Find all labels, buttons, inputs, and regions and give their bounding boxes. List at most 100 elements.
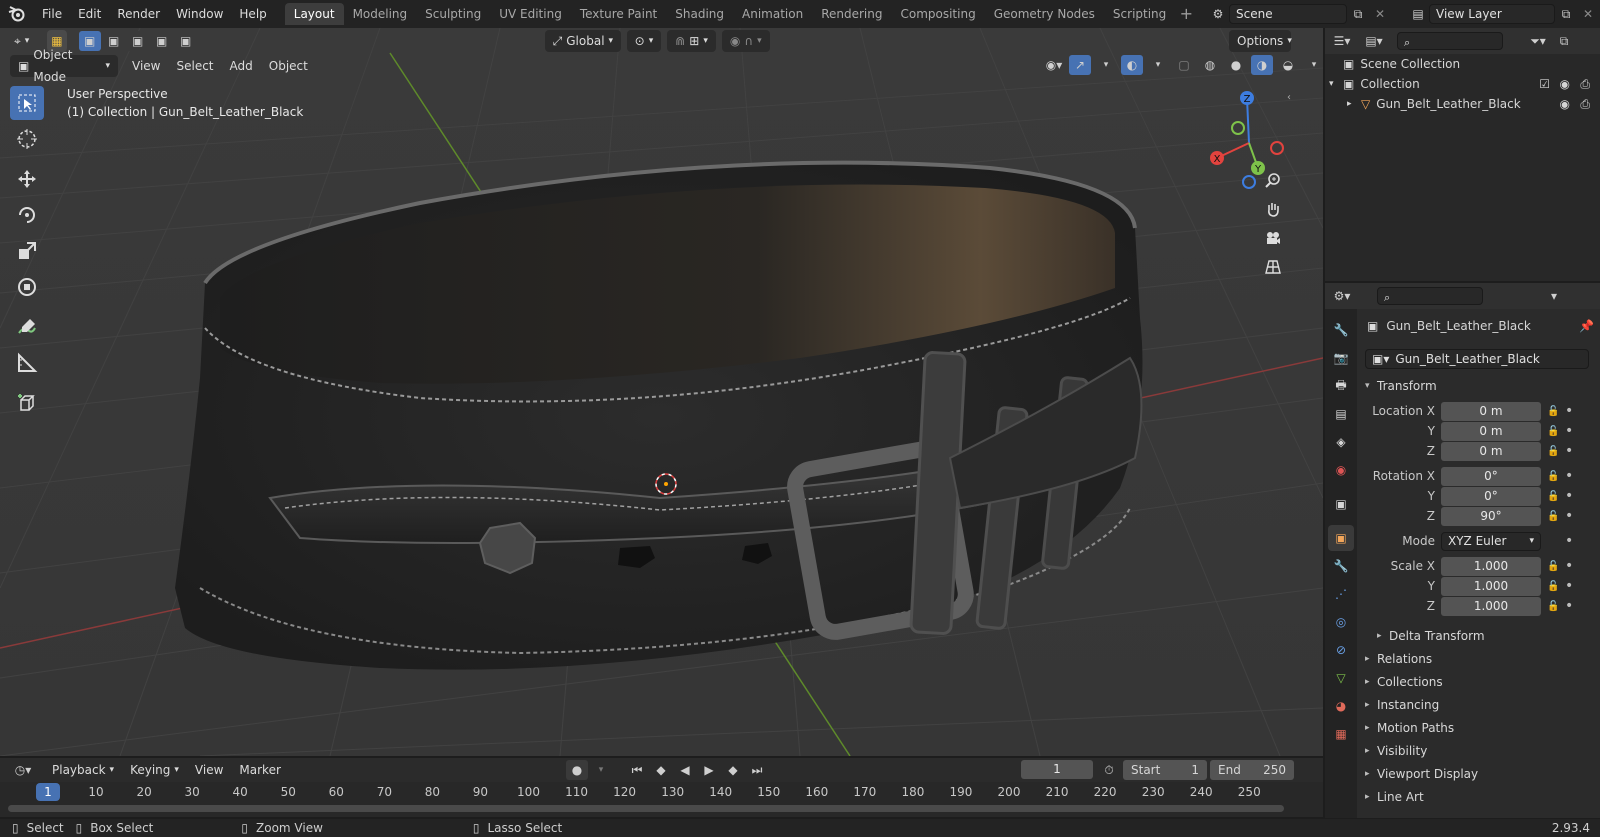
lock-icon[interactable]: 🔓 [1547, 561, 1561, 572]
keying-menu[interactable]: Keying ▾ [122, 759, 187, 781]
lock-icon[interactable]: 🔓 [1547, 491, 1561, 502]
viewport-menu-add[interactable]: Add [222, 59, 261, 73]
new-scene-icon[interactable]: ⧉ [1347, 4, 1369, 24]
frame-ruler[interactable]: 1 10 20 30 40 50 60 70 80 90 100 110 120 130 140 150 160… [0, 782, 1323, 802]
collection-tab-icon[interactable]: ▣ [1328, 491, 1354, 517]
properties-editor-type-icon[interactable]: ⚙▾ [1331, 286, 1353, 306]
scale-tool-icon[interactable] [10, 234, 44, 268]
scale-x-field[interactable]: 1.000 [1441, 556, 1541, 576]
physics-tab-icon[interactable]: ◎ [1328, 609, 1354, 635]
timeline-editor-type-icon[interactable]: ◷▾ [8, 760, 38, 780]
tab-texture-paint[interactable]: Texture Paint [571, 3, 666, 25]
outliner-object-row[interactable]: ▸ ▽ Gun_Belt_Leather_Black ◉ ⎙ [1325, 94, 1600, 114]
menu-file[interactable]: File [34, 0, 70, 28]
visibility-eye-icon[interactable]: ◉ [1560, 77, 1570, 91]
transform-tool-icon[interactable] [10, 270, 44, 304]
outliner-collection[interactable]: ▾ ▣ Collection ☑ ◉ ⎙ [1325, 74, 1600, 94]
shading-rendered-icon[interactable]: ◒ [1277, 55, 1299, 75]
render-camera-icon[interactable]: ⎙ [1580, 97, 1590, 112]
transform-orientation-dropdown[interactable]: ⤢ Global ▾ [544, 30, 621, 52]
scene-icon[interactable]: ⚙ [1207, 4, 1229, 24]
viewport-menu-select[interactable]: Select [168, 59, 221, 73]
snap-group[interactable]: ⋒ ⊞ ▾ [667, 30, 716, 52]
render-camera-icon[interactable]: ⎙ [1580, 77, 1590, 92]
perspective-toggle-icon[interactable] [1259, 253, 1287, 281]
rotation-mode-dropdown[interactable]: XYZ Euler ▾ [1441, 531, 1541, 551]
world-tab-icon[interactable]: ◉ [1328, 457, 1354, 483]
display-mode-icon[interactable]: ▤▾ [1363, 31, 1385, 51]
stopwatch-icon[interactable]: ⏱ [1098, 760, 1120, 780]
keyframe-dot-icon[interactable]: • [1565, 598, 1573, 614]
shading-wireframe-icon[interactable]: ◍ [1199, 55, 1221, 75]
menu-render[interactable]: Render [109, 0, 168, 28]
blender-logo-icon[interactable] [0, 0, 34, 28]
keyframe-dot-icon[interactable]: • [1565, 403, 1573, 419]
view-layer-tab-icon[interactable]: ▤ [1328, 401, 1354, 427]
select-subtract-icon[interactable]: ▣ [126, 31, 149, 51]
keyframe-dot-icon[interactable]: • [1565, 533, 1573, 549]
jump-start-icon[interactable]: ⏮ [626, 760, 648, 780]
zoom-view-icon[interactable] [1259, 166, 1287, 194]
scale-z-field[interactable]: 1.000 [1441, 596, 1541, 616]
rotation-y-field[interactable]: 0° [1441, 486, 1541, 506]
new-collection-icon[interactable]: ⧉ [1553, 31, 1575, 51]
output-tab-icon[interactable]: 🖶 [1328, 373, 1354, 399]
overlay-toggle-icon[interactable]: ◐ [1121, 55, 1143, 75]
viewport-menu-object[interactable]: Object [261, 59, 316, 73]
tab-layout[interactable]: Layout [284, 3, 344, 25]
gizmo-dropdown-icon[interactable]: ▾ [1095, 55, 1117, 75]
next-keyframe-icon[interactable]: ◆ [722, 760, 744, 780]
transform-panel-header[interactable]: ▾ Transform [1361, 374, 1600, 397]
tool-tab-icon[interactable]: 🔧 [1328, 317, 1354, 343]
mode-dropdown[interactable]: ▣ Object Mode ▾ [10, 48, 118, 84]
gizmo-toggle-icon[interactable]: ↗ [1069, 55, 1091, 75]
lock-icon[interactable]: 🔓 [1547, 446, 1561, 457]
viewport-menu-view[interactable]: View [124, 59, 168, 73]
data-tab-icon[interactable]: ▽ [1328, 665, 1354, 691]
tab-animation[interactable]: Animation [733, 3, 812, 25]
location-y-field[interactable]: 0 m [1441, 421, 1541, 441]
keying-dropdown-icon[interactable]: ▾ [590, 760, 612, 780]
rotation-z-field[interactable]: 90° [1441, 506, 1541, 526]
current-frame-field[interactable]: 1 [1021, 760, 1093, 779]
scale-y-field[interactable]: 1.000 [1441, 576, 1541, 596]
pin-icon[interactable]: 📌 [1579, 319, 1594, 333]
tab-compositing[interactable]: Compositing [891, 3, 984, 25]
keyframe-dot-icon[interactable]: • [1565, 488, 1573, 504]
rotate-tool-icon[interactable] [10, 198, 44, 232]
playback-menu[interactable]: Playback ▾ [44, 759, 122, 781]
play-reverse-icon[interactable]: ◀ [674, 760, 696, 780]
timeline-scrollbar[interactable] [8, 805, 1284, 812]
lock-icon[interactable]: 🔓 [1547, 581, 1561, 592]
material-tab-icon[interactable]: ◕ [1328, 693, 1354, 719]
menu-help[interactable]: Help [231, 0, 274, 28]
constraints-tab-icon[interactable]: ⊘ [1328, 637, 1354, 663]
annotate-tool-icon[interactable] [10, 310, 44, 344]
visibility-panel-header[interactable]: ▸ Visibility [1361, 739, 1600, 762]
keyframe-dot-icon[interactable]: • [1565, 508, 1573, 524]
view-layer-field[interactable]: View Layer [1429, 4, 1555, 24]
jump-end-icon[interactable]: ⏭ [746, 760, 768, 780]
lock-icon[interactable]: 🔓 [1547, 471, 1561, 482]
location-x-field[interactable]: 0 m [1441, 401, 1541, 421]
outliner-editor-type-icon[interactable]: ☰▾ [1331, 31, 1353, 51]
timeline-view-menu[interactable]: View [187, 763, 231, 777]
select-invert-icon[interactable]: ▣ [150, 31, 173, 51]
tab-geometry-nodes[interactable]: Geometry Nodes [985, 3, 1104, 25]
cursor-tool-icon[interactable] [10, 122, 44, 156]
keyframe-dot-icon[interactable]: • [1565, 578, 1573, 594]
add-workspace-icon[interactable]: + [1175, 3, 1197, 25]
new-view-layer-icon[interactable]: ⧉ [1555, 4, 1577, 24]
tab-modeling[interactable]: Modeling [344, 3, 417, 25]
keyframe-dot-icon[interactable]: • [1565, 443, 1573, 459]
pan-hand-icon[interactable] [1259, 195, 1287, 223]
proportional-edit-group[interactable]: ◉ ∩ ▾ [721, 30, 770, 52]
motion-paths-panel-header[interactable]: ▸ Motion Paths [1361, 716, 1600, 739]
view-layer-icon[interactable]: ▤ [1407, 4, 1429, 24]
shading-dropdown-icon[interactable]: ▾ [1303, 55, 1323, 75]
rotation-x-field[interactable]: 0° [1441, 466, 1541, 486]
object-tab-icon[interactable]: ▣ [1328, 525, 1354, 551]
filter-icon[interactable]: ⏷▾ [1527, 31, 1549, 51]
scene-field[interactable]: Scene [1229, 4, 1347, 24]
tab-shading[interactable]: Shading [666, 3, 733, 25]
